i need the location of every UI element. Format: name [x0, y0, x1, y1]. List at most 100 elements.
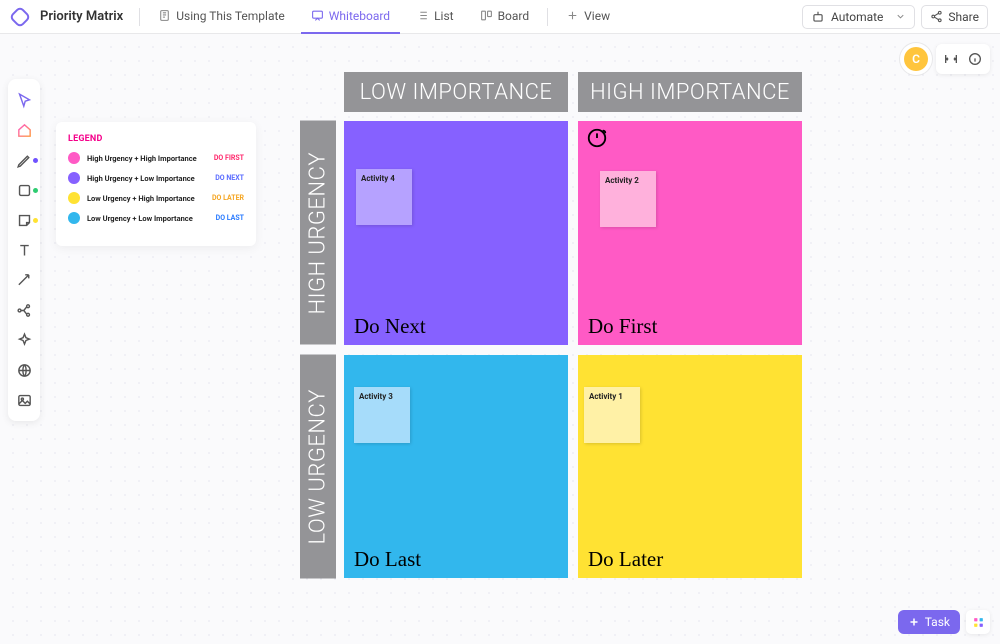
urgency-headers: HIGH URGENCY LOW URGENCY: [300, 121, 336, 578]
tab-label: View: [584, 9, 610, 23]
tool-select[interactable]: [8, 85, 40, 115]
template-icon: [158, 9, 171, 22]
add-task-button[interactable]: Task: [898, 610, 960, 634]
alert-icon: [586, 127, 608, 153]
note-text: Activity 3: [359, 392, 393, 401]
note-text: Activity 4: [361, 174, 395, 183]
automate-label: Automate: [831, 10, 883, 24]
fit-width-icon: [943, 51, 959, 67]
legend-row: High Urgency + Low Importance DO NEXT: [68, 172, 244, 184]
tab-using-template[interactable]: Using This Template: [148, 0, 295, 34]
home-gradient-icon: [16, 122, 33, 139]
task-button-label: Task: [925, 615, 950, 629]
sticky-note-icon: [16, 212, 33, 229]
legend-dot-icon: [68, 152, 80, 164]
apps-grid-icon: [972, 616, 985, 629]
legend-dot-icon: [68, 212, 80, 224]
globe-icon: [16, 362, 33, 379]
divider: [547, 8, 548, 26]
tool-ai[interactable]: [8, 325, 40, 355]
pen-icon: [16, 152, 33, 169]
legend-tag: DO LAST: [216, 214, 244, 222]
help-button[interactable]: [964, 48, 986, 70]
header-high-urgency: HIGH URGENCY: [300, 121, 336, 345]
header-high-importance: HIGH IMPORTANCE: [578, 72, 802, 112]
legend-row: High Urgency + High Importance DO FIRST: [68, 152, 244, 164]
tab-label: Whiteboard: [329, 9, 390, 23]
plus-icon: [908, 616, 920, 628]
avatar-initial: C: [912, 52, 920, 66]
page-title: Priority Matrix: [40, 9, 123, 24]
sticky-note[interactable]: Activity 2: [600, 171, 656, 227]
automate-button[interactable]: Automate: [802, 5, 915, 29]
share-icon: [930, 10, 943, 23]
whiteboard-icon: [311, 9, 324, 22]
tab-label: List: [434, 9, 454, 23]
node-tree-icon: [16, 302, 33, 319]
sticky-note[interactable]: Activity 3: [354, 387, 410, 443]
tab-add-view[interactable]: View: [556, 0, 620, 34]
tab-board[interactable]: Board: [470, 0, 540, 34]
legend-label: Low Urgency + High Importance: [87, 194, 195, 203]
tool-home[interactable]: [8, 115, 40, 145]
quadrant-do-first[interactable]: Activity 2 Do First: [578, 121, 802, 345]
top-bar: Priority Matrix Using This Template Whit…: [0, 0, 1000, 34]
legend-dot-icon: [68, 172, 80, 184]
apps-button[interactable]: [966, 610, 990, 634]
robot-icon: [811, 10, 825, 24]
connector-icon: [16, 272, 33, 289]
legend-dot-icon: [68, 192, 80, 204]
legend-label: High Urgency + Low Importance: [87, 174, 195, 183]
user-avatar[interactable]: C: [904, 47, 928, 71]
legend-title: LEGEND: [68, 134, 244, 144]
tool-connector[interactable]: [8, 265, 40, 295]
quadrant-label: Do First: [588, 314, 657, 339]
whiteboard-canvas[interactable]: C LEGEND High Urgency + High Importance …: [0, 34, 1000, 644]
info-icon: [967, 51, 983, 67]
tool-image[interactable]: [8, 385, 40, 415]
divider: [139, 8, 140, 26]
text-icon: [16, 242, 33, 259]
quadrant-do-last[interactable]: Activity 3 Do Last: [344, 355, 568, 579]
legend-tag: DO NEXT: [215, 174, 244, 182]
sticky-note[interactable]: Activity 4: [356, 169, 412, 225]
canvas-control-box: [936, 44, 990, 74]
tool-text[interactable]: [8, 235, 40, 265]
note-text: Activity 1: [589, 392, 623, 401]
tab-list[interactable]: List: [406, 0, 464, 34]
tool-sticky[interactable]: [8, 205, 40, 235]
legend-tag: DO LATER: [212, 194, 244, 202]
legend-card[interactable]: LEGEND High Urgency + High Importance DO…: [56, 122, 256, 246]
quadrant-do-later[interactable]: Activity 1 Do Later: [578, 355, 802, 579]
tool-web[interactable]: [8, 355, 40, 385]
priority-matrix: LOW IMPORTANCE HIGH IMPORTANCE HIGH URGE…: [300, 72, 802, 612]
board-icon: [480, 9, 493, 22]
matrix-grid: Activity 4 Do Next Activity 2 Do First A…: [344, 121, 802, 578]
tool-mindmap[interactable]: [8, 295, 40, 325]
tab-label: Using This Template: [176, 9, 285, 23]
list-icon: [416, 9, 429, 22]
plus-icon: [566, 9, 579, 22]
quadrant-do-next[interactable]: Activity 4 Do Next: [344, 121, 568, 345]
sparkle-icon: [16, 332, 33, 349]
tab-whiteboard[interactable]: Whiteboard: [301, 0, 400, 34]
legend-label: High Urgency + High Importance: [87, 154, 197, 163]
chevron-down-icon: [895, 11, 906, 22]
app-logo-icon: [9, 5, 32, 28]
share-button[interactable]: Share: [921, 5, 988, 29]
bottom-right-controls: Task: [898, 610, 990, 634]
tab-label: Board: [498, 9, 530, 23]
share-label: Share: [948, 10, 979, 24]
note-text: Activity 2: [605, 176, 639, 185]
tool-shape[interactable]: [8, 175, 40, 205]
header-low-importance: LOW IMPORTANCE: [344, 72, 568, 112]
header-low-urgency: LOW URGENCY: [300, 355, 336, 579]
tool-pen[interactable]: [8, 145, 40, 175]
image-icon: [16, 392, 33, 409]
legend-tag: DO FIRST: [214, 154, 244, 162]
quadrant-label: Do Later: [588, 547, 663, 572]
fit-width-button[interactable]: [940, 48, 962, 70]
square-icon: [16, 182, 33, 199]
canvas-controls: C: [904, 44, 990, 74]
sticky-note[interactable]: Activity 1: [584, 387, 640, 443]
